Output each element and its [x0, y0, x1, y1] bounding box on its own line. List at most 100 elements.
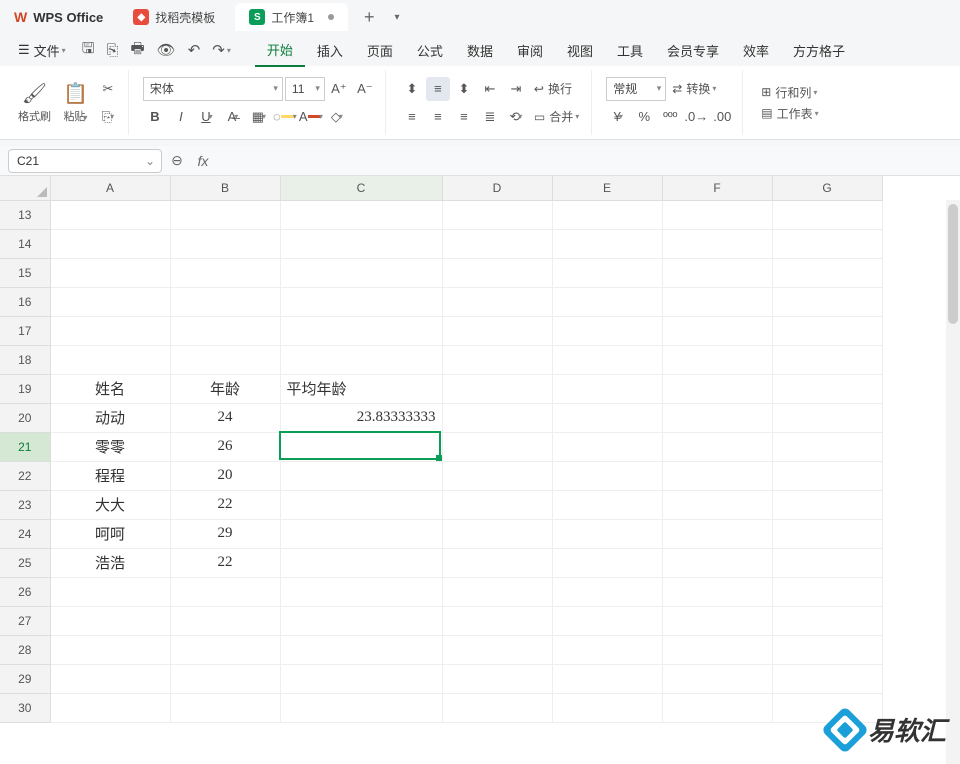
cell-E16[interactable]	[552, 287, 662, 316]
cell-B15[interactable]	[170, 258, 280, 287]
currency-button[interactable]: ¥▾	[606, 105, 630, 129]
cell-D15[interactable]	[442, 258, 552, 287]
menu-tab-tools[interactable]: 工具	[605, 35, 655, 66]
cell-B24[interactable]: 29	[170, 519, 280, 548]
cell-E20[interactable]	[552, 403, 662, 432]
menu-tab-data[interactable]: 数据	[455, 35, 505, 66]
cell-B21[interactable]: 26	[170, 432, 280, 461]
increase-font-button[interactable]: A⁺	[327, 77, 351, 101]
cell-F13[interactable]	[662, 200, 772, 229]
cell-A17[interactable]	[50, 316, 170, 345]
cell-F20[interactable]	[662, 403, 772, 432]
cell-D25[interactable]	[442, 548, 552, 577]
col-header-E[interactable]: E	[552, 176, 662, 200]
align-left-button[interactable]: ≡	[400, 105, 424, 129]
cell-G16[interactable]	[772, 287, 882, 316]
col-header-G[interactable]: G	[772, 176, 882, 200]
row-header-22[interactable]: 22	[0, 461, 50, 490]
cell-D26[interactable]	[442, 577, 552, 606]
number-format-select[interactable]: 常规	[606, 77, 666, 101]
cell-C14[interactable]	[280, 229, 442, 258]
cell-E25[interactable]	[552, 548, 662, 577]
cell-A26[interactable]	[50, 577, 170, 606]
paste-button[interactable]: 📋粘贴▾	[59, 77, 92, 128]
row-header-25[interactable]: 25	[0, 548, 50, 577]
align-top-button[interactable]: ⬍	[400, 77, 424, 101]
cell-A20[interactable]: 动动	[50, 403, 170, 432]
cell-A21[interactable]: 零零	[50, 432, 170, 461]
font-size-select[interactable]: 11	[285, 77, 325, 101]
col-header-C[interactable]: C	[280, 176, 442, 200]
row-header-13[interactable]: 13	[0, 200, 50, 229]
cell-D19[interactable]	[442, 374, 552, 403]
cell-B23[interactable]: 22	[170, 490, 280, 519]
font-color-button[interactable]: A▾	[299, 105, 323, 129]
menu-tab-page[interactable]: 页面	[355, 35, 405, 66]
cell-A24[interactable]: 呵呵	[50, 519, 170, 548]
cell-D14[interactable]	[442, 229, 552, 258]
cell-G17[interactable]	[772, 316, 882, 345]
italic-button[interactable]: I	[169, 105, 193, 129]
cell-F14[interactable]	[662, 229, 772, 258]
cell-F27[interactable]	[662, 606, 772, 635]
cell-E30[interactable]	[552, 693, 662, 722]
tab-menu-button[interactable]: ▾	[391, 12, 404, 23]
cell-D29[interactable]	[442, 664, 552, 693]
cell-E21[interactable]	[552, 432, 662, 461]
decrease-font-button[interactable]: A⁻	[353, 77, 377, 101]
cell-G26[interactable]	[772, 577, 882, 606]
orientation-button[interactable]: ⟲▾	[504, 105, 528, 129]
row-header-17[interactable]: 17	[0, 316, 50, 345]
tab-template-store[interactable]: ◆ 找稻壳模板	[119, 3, 229, 31]
row-header-23[interactable]: 23	[0, 490, 50, 519]
cell-B19[interactable]: 年龄	[170, 374, 280, 403]
cell-B16[interactable]	[170, 287, 280, 316]
col-header-B[interactable]: B	[170, 176, 280, 200]
cell-B18[interactable]	[170, 345, 280, 374]
cell-G15[interactable]	[772, 258, 882, 287]
cell-B27[interactable]	[170, 606, 280, 635]
cell-E14[interactable]	[552, 229, 662, 258]
cell-C28[interactable]	[280, 635, 442, 664]
formula-input[interactable]	[218, 150, 952, 172]
clear-format-button[interactable]: ◇▾	[325, 105, 349, 129]
preview-button[interactable]: 👁	[151, 35, 182, 65]
cell-F26[interactable]	[662, 577, 772, 606]
cell-G27[interactable]	[772, 606, 882, 635]
cell-C18[interactable]	[280, 345, 442, 374]
cell-D28[interactable]	[442, 635, 552, 664]
cell-E29[interactable]	[552, 664, 662, 693]
cell-G21[interactable]	[772, 432, 882, 461]
menu-tab-member[interactable]: 会员专享	[655, 35, 731, 66]
cell-A13[interactable]	[50, 200, 170, 229]
tab-workbook[interactable]: S 工作簿1	[235, 3, 348, 31]
cell-D21[interactable]	[442, 432, 552, 461]
menu-toggle-button[interactable]: ☰ 文件 ▾	[8, 35, 76, 66]
cell-A23[interactable]: 大大	[50, 490, 170, 519]
menu-tab-view[interactable]: 视图	[555, 35, 605, 66]
merge-button[interactable]: ▭合并▾	[530, 108, 583, 125]
col-header-D[interactable]: D	[442, 176, 552, 200]
cell-F21[interactable]	[662, 432, 772, 461]
row-header-21[interactable]: 21	[0, 432, 50, 461]
cell-G22[interactable]	[772, 461, 882, 490]
convert-button[interactable]: ⇄转换▾	[668, 80, 720, 97]
cell-G29[interactable]	[772, 664, 882, 693]
cell-D24[interactable]	[442, 519, 552, 548]
cell-A27[interactable]	[50, 606, 170, 635]
cell-F24[interactable]	[662, 519, 772, 548]
cell-F25[interactable]	[662, 548, 772, 577]
copy-button[interactable]: ⎘▾	[96, 105, 120, 129]
row-header-28[interactable]: 28	[0, 635, 50, 664]
cell-C29[interactable]	[280, 664, 442, 693]
cell-C30[interactable]	[280, 693, 442, 722]
percent-button[interactable]: %	[632, 105, 656, 129]
align-center-button[interactable]: ≡	[426, 105, 450, 129]
row-header-14[interactable]: 14	[0, 229, 50, 258]
cell-F16[interactable]	[662, 287, 772, 316]
cell-D27[interactable]	[442, 606, 552, 635]
cell-C21[interactable]	[280, 432, 442, 461]
cell-D17[interactable]	[442, 316, 552, 345]
cell-E15[interactable]	[552, 258, 662, 287]
cell-E19[interactable]	[552, 374, 662, 403]
